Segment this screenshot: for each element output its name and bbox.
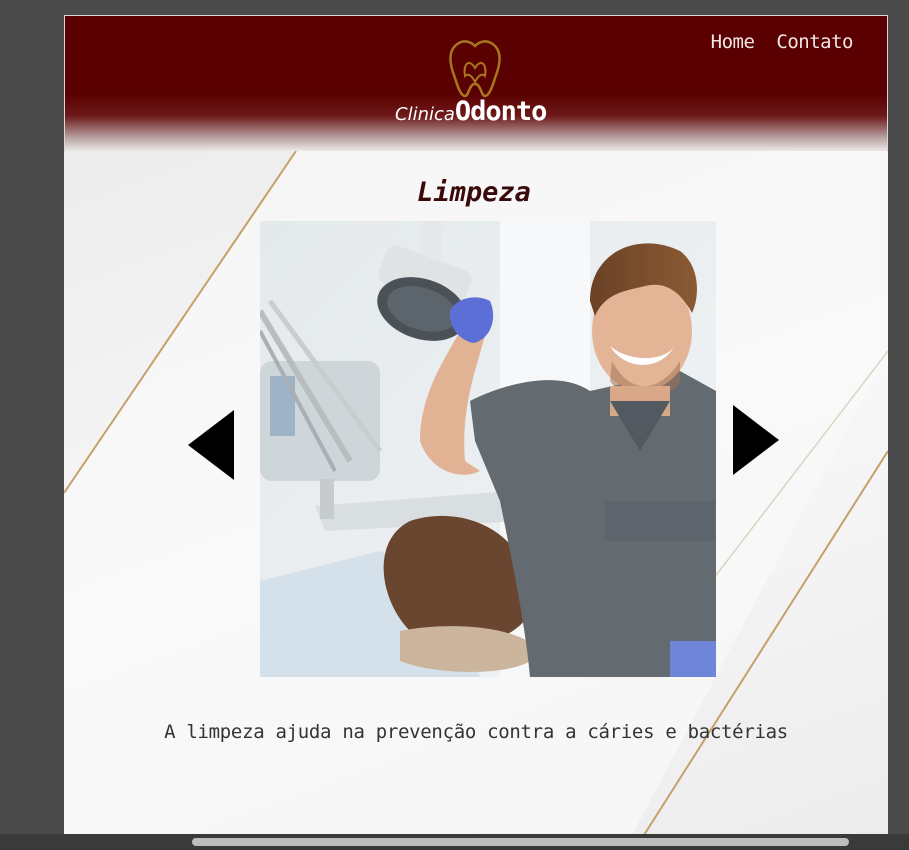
triangle-left-icon <box>188 410 234 480</box>
slide-image <box>260 221 716 677</box>
carousel-next-button[interactable] <box>733 405 779 475</box>
main-nav: Home Contato <box>711 31 854 53</box>
nav-link-home[interactable]: Home <box>711 31 755 53</box>
tooth-icon <box>449 40 501 98</box>
page: ClinicaOdonto Home Contato Limpeza A lim… <box>64 15 888 835</box>
triangle-right-icon <box>733 405 779 475</box>
slide-caption: A limpeza ajuda na prevenção contra a cá… <box>164 721 788 743</box>
site-header: ClinicaOdonto Home Contato <box>64 15 888 152</box>
carousel-section: Limpeza A limpeza ajuda na prevenção con… <box>64 151 888 835</box>
slide-title: Limpeza <box>417 177 531 208</box>
dentist-photo <box>260 221 716 677</box>
clinic-logo[interactable]: ClinicaOdonto <box>395 38 565 128</box>
carousel-prev-button[interactable] <box>188 410 234 480</box>
horizontal-scrollbar-thumb[interactable] <box>192 838 849 846</box>
logo-big-text: Odonto <box>454 96 548 127</box>
logo-wordmark: ClinicaOdonto <box>395 96 548 127</box>
logo-small-text: Clinica <box>395 104 455 125</box>
nav-link-contact[interactable]: Contato <box>776 31 853 53</box>
